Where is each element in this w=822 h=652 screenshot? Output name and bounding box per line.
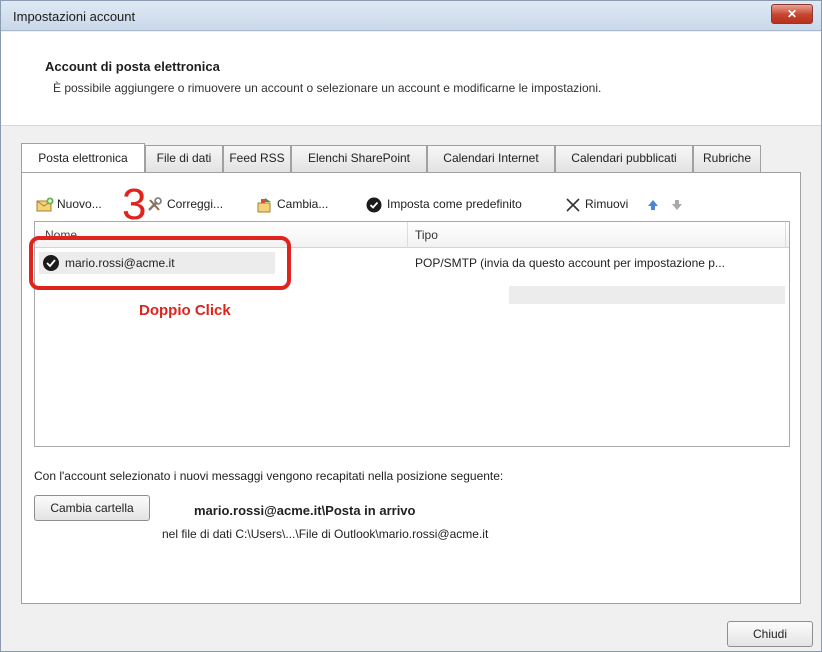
nuovo-label: Nuovo... [57, 197, 102, 211]
correggi-label: Correggi... [167, 197, 224, 211]
title-bar: Impostazioni account ✕ [1, 1, 821, 31]
repair-tools-icon [146, 196, 164, 212]
rimuovi-label: Rimuovi [585, 197, 629, 211]
tab-calendari-pubblicati[interactable]: Calendari pubblicati [555, 145, 693, 172]
move-down-button[interactable] [670, 191, 691, 217]
delivery-info-text: Con l'account selezionato i nuovi messag… [34, 469, 504, 483]
tab-calendari-internet[interactable]: Calendari Internet [427, 145, 555, 172]
tab-strip: Posta elettronica File di dati Feed RSS … [21, 143, 781, 173]
rimuovi-button[interactable]: Rimuovi [564, 191, 628, 217]
annotation-highlight-ring [29, 236, 291, 290]
delivery-folder-path: mario.rossi@acme.it\Posta in arrivo [194, 503, 416, 518]
default-check-icon [366, 196, 384, 213]
close-window-button[interactable]: ✕ [771, 4, 813, 24]
change-account-icon [256, 196, 274, 213]
tab-file-di-dati[interactable]: File di dati [145, 145, 223, 172]
section-title: Account di posta elettronica [45, 59, 220, 74]
move-up-button[interactable] [646, 191, 667, 217]
chiudi-button[interactable]: Chiudi [727, 621, 813, 647]
account-type: POP/SMTP (invia da questo account per im… [415, 256, 725, 270]
tab-panel-posta-elettronica: Nuovo... Correggi... Cambia... Imposta c… [21, 172, 801, 604]
account-row[interactable]: mario.rossi@acme.it POP/SMTP (invia da q… [29, 236, 789, 290]
arrow-down-icon [670, 196, 688, 212]
tab-elenchi-sharepoint[interactable]: Elenchi SharePoint [291, 145, 427, 172]
window-title: Impostazioni account [13, 9, 136, 24]
dialog-header: Account di posta elettronica È possibile… [1, 32, 821, 126]
account-settings-window: Impostazioni account ✕ Account di posta … [0, 0, 822, 652]
column-header-tipo[interactable]: Tipo [415, 228, 438, 242]
annotation-instruction: Doppio Click [139, 302, 231, 319]
accounts-toolbar: Nuovo... Correggi... Cambia... Imposta c… [36, 183, 776, 227]
cambia-label: Cambia... [277, 197, 329, 211]
imposta-predefinito-button[interactable]: Imposta come predefinito [366, 191, 522, 217]
empty-row-placeholder [509, 286, 785, 304]
cambia-button[interactable]: Cambia... [256, 191, 328, 217]
cambia-cartella-button[interactable]: Cambia cartella [34, 495, 150, 521]
annotation-step-number: 3 [122, 180, 147, 229]
arrow-up-icon [646, 196, 664, 212]
tab-feed-rss[interactable]: Feed RSS [223, 145, 291, 172]
remove-x-icon [564, 196, 582, 212]
tab-rubriche[interactable]: Rubriche [693, 145, 761, 172]
imposta-label: Imposta come predefinito [387, 197, 522, 211]
column-divider[interactable] [407, 222, 408, 248]
data-file-path: nel file di dati C:\Users\...\File di Ou… [162, 527, 489, 541]
accounts-list: Nome Tipo mario.rossi@acme.it POP/SMTP (… [29, 221, 790, 447]
section-subtitle: È possibile aggiungere o rimuovere un ac… [53, 81, 602, 95]
nuovo-button[interactable]: Nuovo... [36, 191, 102, 217]
new-account-icon [36, 196, 54, 212]
column-divider-end [785, 222, 786, 248]
correggi-button[interactable]: Correggi... [146, 191, 223, 217]
tab-posta-elettronica[interactable]: Posta elettronica [21, 143, 145, 172]
